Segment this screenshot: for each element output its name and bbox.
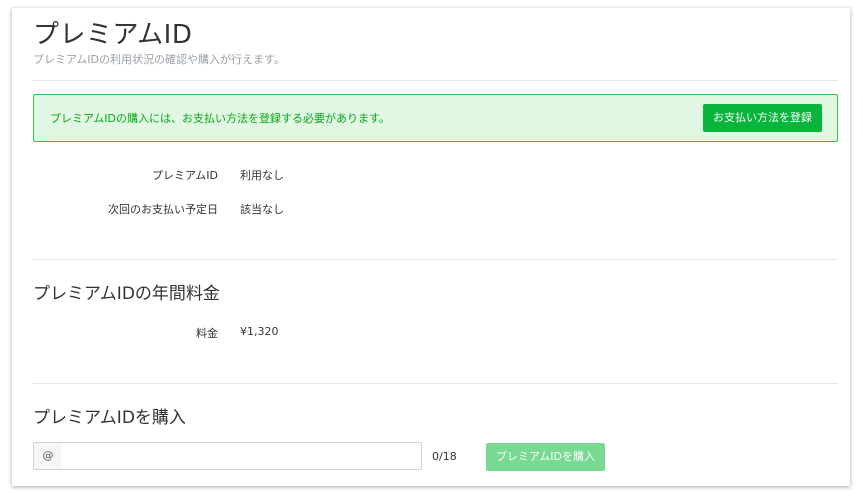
character-counter: 0/18: [432, 450, 457, 463]
premium-id-label: プレミアムID: [152, 169, 218, 182]
purchase-premium-id-button[interactable]: プレミアムIDを購入: [486, 443, 605, 471]
divider: [33, 80, 838, 81]
premium-id-input[interactable]: [62, 442, 422, 470]
payment-notice: プレミアムIDの購入には、お支払い方法を登録する必要があります。 お支払い方法を…: [33, 94, 838, 142]
purchase-title: プレミアムIDを購入: [33, 408, 186, 428]
fee-value: ¥1,320: [240, 325, 279, 338]
fee-label: 料金: [196, 327, 218, 340]
at-prefix: @: [33, 442, 63, 470]
divider: [33, 259, 838, 260]
next-payment-label: 次回のお支払い予定日: [108, 203, 218, 216]
payment-notice-text: プレミアムIDの購入には、お支払い方法を登録する必要があります。: [50, 112, 390, 125]
next-payment-value: 該当なし: [240, 203, 284, 216]
page-title: プレミアムID: [33, 20, 193, 50]
annual-fee-title: プレミアムIDの年間料金: [33, 284, 220, 304]
divider: [33, 383, 838, 384]
register-payment-button[interactable]: お支払い方法を登録: [703, 104, 822, 132]
premium-id-value: 利用なし: [240, 169, 284, 182]
premium-id-card: プレミアムID プレミアムIDの利用状況の確認や購入が行えます。 プレミアムID…: [12, 8, 850, 486]
page-subtitle: プレミアムIDの利用状況の確認や購入が行えます。: [33, 53, 285, 66]
